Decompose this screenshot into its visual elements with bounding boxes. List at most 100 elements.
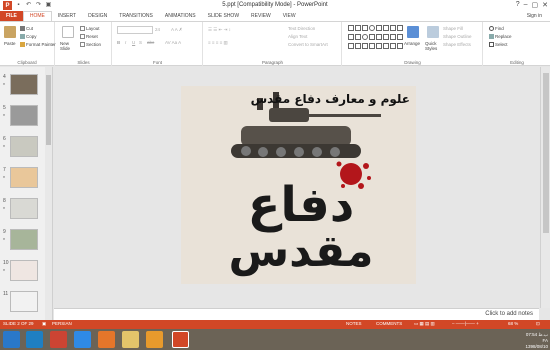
windows-taskbar: 07:54 ب.ظ FA 1398/08/10 <box>0 329 550 350</box>
paragraph-group: ☰ ☰ ⇤ ⇥ ↕ ≡ ≡ ≡ ≡ ▥ Text Direction Align… <box>204 22 342 66</box>
calligraphy-difa: دفاع <box>248 177 355 233</box>
chrome-icon[interactable] <box>50 331 67 348</box>
media-player-icon[interactable] <box>146 331 163 348</box>
layout-button[interactable]: Layout <box>80 26 100 32</box>
font-label: Font <box>152 60 162 65</box>
thumbnail-image <box>10 167 38 188</box>
tab-file[interactable]: FILE <box>0 11 23 21</box>
shapes-gallery[interactable] <box>348 25 403 51</box>
thumbnail-image <box>10 291 38 312</box>
select-button[interactable]: Select <box>489 42 508 48</box>
thumbnail-slide-10[interactable]: 10 * <box>0 260 45 283</box>
underline-button[interactable]: U <box>132 40 135 45</box>
thumbnail-slide-4[interactable]: 4 * <box>0 74 45 97</box>
slide-scroll-thumb[interactable] <box>543 73 549 233</box>
copy-button[interactable]: Copy <box>20 34 37 40</box>
powerpoint-taskbar-icon[interactable] <box>172 331 189 348</box>
shape-outline-button[interactable]: Shape Outline <box>443 34 472 39</box>
convert-smartart-button[interactable]: Convert to SmartArt <box>288 42 328 47</box>
align-text-button[interactable]: Align Text <box>288 34 307 39</box>
grow-font-icon[interactable]: A A ✗ <box>171 27 183 33</box>
thumbnails-scrollbar[interactable] <box>45 67 52 320</box>
slide-counter: SLIDE 2 OF 29 <box>3 321 34 326</box>
find-button[interactable]: Find <box>489 26 504 32</box>
shape-effects-button[interactable]: Shape Effects <box>443 42 471 47</box>
drawing-group: Arrange Quick Styles Shape Fill Shape Ou… <box>343 22 483 66</box>
ribbon-tabs: FILE HOME INSERT DESIGN TRANSITIONS ANIM… <box>0 11 550 21</box>
thumbnails-scroll-thumb[interactable] <box>46 75 51 145</box>
comments-button[interactable]: COMMENTS <box>376 321 402 326</box>
fit-slide-icon[interactable]: ⊡ <box>536 321 540 327</box>
reset-button[interactable]: Reset <box>80 34 98 40</box>
slide-scrollbar[interactable] <box>540 67 550 308</box>
shape-fill-button[interactable]: Shape Fill <box>443 26 463 31</box>
thumbnail-slide-8[interactable]: 8 * <box>0 198 45 221</box>
thumbnail-slide-9[interactable]: 9 * <box>0 229 45 252</box>
tab-slide-show[interactable]: SLIDE SHOW <box>202 11 245 21</box>
notes-button[interactable]: NOTES <box>346 321 362 326</box>
font-group: 24 A A ✗ B I U S abc AV Aa A Font <box>113 22 203 66</box>
internet-explorer-icon[interactable] <box>74 331 91 348</box>
new-slide-button[interactable]: New Slide <box>60 41 78 51</box>
maximize-button[interactable]: ▢ <box>532 1 539 9</box>
section-button[interactable]: Section <box>80 42 101 48</box>
font-name-box[interactable] <box>117 26 153 34</box>
tab-review[interactable]: REVIEW <box>245 11 277 21</box>
font-size-box[interactable]: 24 <box>155 27 160 32</box>
firefox-icon[interactable] <box>98 331 115 348</box>
notes-placeholder[interactable]: Click to add notes <box>485 311 533 317</box>
quick-styles-button[interactable]: Quick Styles <box>425 41 439 51</box>
cut-button[interactable]: Cut <box>20 26 33 32</box>
tab-insert[interactable]: INSERT <box>52 11 82 21</box>
replace-icon <box>489 34 494 40</box>
align-icons[interactable]: ≡ ≡ ≡ ≡ ▥ <box>208 40 228 46</box>
paste-button[interactable]: Paste <box>4 41 16 46</box>
paste-icon[interactable] <box>4 26 16 38</box>
text-direction-button[interactable]: Text Direction <box>288 26 315 31</box>
italic-button[interactable]: I <box>125 40 126 45</box>
minimize-button[interactable]: – <box>524 1 528 9</box>
new-slide-icon[interactable] <box>62 26 74 38</box>
quick-styles-icon[interactable] <box>427 26 439 38</box>
help-button[interactable]: ? <box>516 1 520 9</box>
thumbnail-image <box>10 198 38 219</box>
calligraphy-moghaddas: مقدس <box>228 226 373 277</box>
arrange-icon[interactable] <box>407 26 419 38</box>
close-button[interactable]: ✕ <box>542 1 548 9</box>
replace-button[interactable]: Replace <box>489 34 512 40</box>
thumbnail-slide-11[interactable]: 11 <box>0 291 45 314</box>
arrange-button[interactable]: Arrange <box>404 41 420 46</box>
shadow-button[interactable]: S <box>139 40 142 45</box>
font-color-icon[interactable]: AV Aa A <box>165 40 181 45</box>
thumbnail-image <box>10 229 38 250</box>
view-buttons[interactable]: ▭ ▦ ▤ ▥ <box>414 321 435 327</box>
slide-title[interactable]: علوم و معارف دفاع مقدس <box>251 92 410 106</box>
bold-button[interactable]: B <box>117 40 120 45</box>
spellcheck-icon[interactable]: ▣ <box>42 321 46 327</box>
thumbnail-slide-5[interactable]: 5 * <box>0 105 45 128</box>
tab-design[interactable]: DESIGN <box>82 11 113 21</box>
notes-pane[interactable]: Click to add notes <box>54 308 539 320</box>
slide-artwork: دفاع مقدس <box>181 86 416 284</box>
strikethrough-button[interactable]: abc <box>147 40 154 45</box>
format-painter-button[interactable]: Format Painter <box>20 42 56 48</box>
sign-in-link[interactable]: Sign in <box>527 13 542 19</box>
reset-icon <box>80 34 85 40</box>
zoom-level[interactable]: 68 % <box>508 321 518 326</box>
tab-view[interactable]: VIEW <box>277 11 302 21</box>
thumbnail-slide-7[interactable]: 7 * <box>0 167 45 190</box>
bullets-icon[interactable]: ☰ ☰ ⇤ ⇥ ↕ <box>208 27 231 33</box>
zoom-slider[interactable]: – ——|—— + <box>452 321 479 326</box>
telegram-icon[interactable] <box>26 331 43 348</box>
language-indicator[interactable]: PERSIAN <box>52 321 72 326</box>
paragraph-label: Paragraph <box>261 60 283 65</box>
tab-transitions[interactable]: TRANSITIONS <box>113 11 159 21</box>
file-explorer-icon[interactable] <box>122 331 139 348</box>
tab-animations[interactable]: ANIMATIONS <box>159 11 202 21</box>
editing-label: Editing <box>510 60 524 65</box>
system-tray[interactable]: 07:54 ب.ظ FA 1398/08/10 <box>525 332 548 350</box>
thumbnail-slide-6[interactable]: 6 * <box>0 136 45 159</box>
tab-home[interactable]: HOME <box>22 11 52 21</box>
start-button-icon[interactable] <box>3 331 20 348</box>
current-slide[interactable]: دفاع مقدس علوم و معارف دفاع مقدس <box>181 86 416 284</box>
